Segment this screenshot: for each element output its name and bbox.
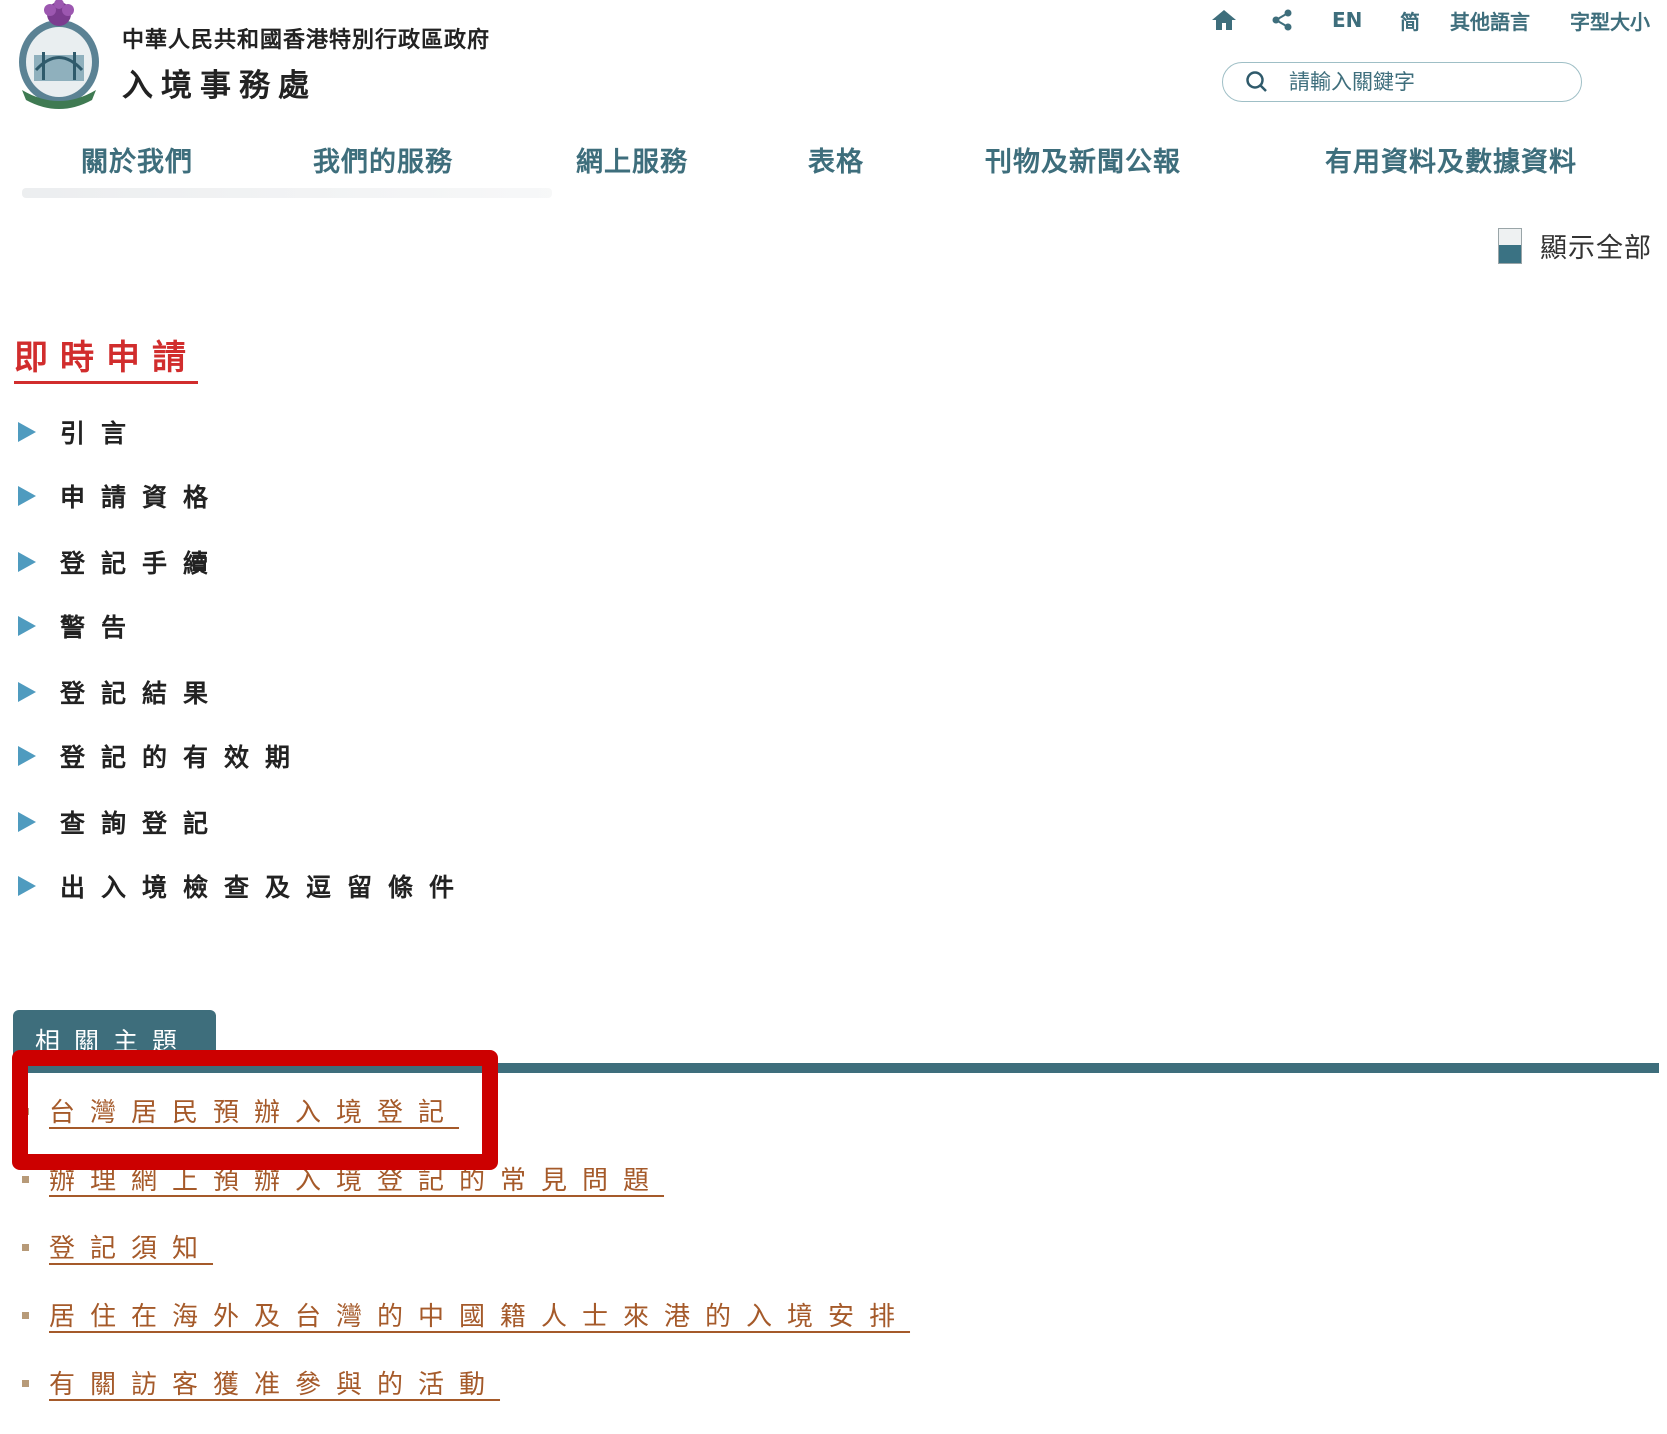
related-link-taiwan-pre-arrival-registration[interactable]: 台灣居民預辦入境登記 (49, 1092, 459, 1129)
accordion-label: 出入境檢查及逗留條件 (60, 873, 471, 902)
square-bullet-icon (22, 1244, 29, 1251)
search-input[interactable] (1287, 69, 1571, 95)
page-title: 即時申請 (14, 330, 198, 384)
accordion-item-registration-procedure[interactable]: 登記手續 (16, 544, 224, 580)
hkimmd-emblem-logo[interactable] (14, 0, 104, 112)
accordion-item-eligibility[interactable]: 申請資格 (16, 478, 224, 514)
english-link[interactable]: EN (1332, 8, 1362, 32)
utility-bar: EN 简 其他語言 字型大小 (1210, 4, 1657, 36)
related-link-overseas-chinese-entry-arrangements[interactable]: 居住在海外及台灣的中國籍人士來港的入境安排 (49, 1296, 910, 1333)
show-all-icon (1498, 227, 1522, 264)
triangle-right-icon (18, 682, 36, 702)
show-all-label: 顯示全部 (1540, 233, 1652, 264)
related-link-item: 登記須知 (22, 1228, 213, 1265)
home-icon[interactable] (1210, 6, 1238, 34)
related-link-online-registration-faq[interactable]: 辦理網上預辦入境登記的常見問題 (49, 1160, 664, 1197)
triangle-right-icon (18, 812, 36, 832)
square-bullet-icon (22, 1108, 29, 1115)
related-link-registration-notes[interactable]: 登記須知 (49, 1228, 213, 1265)
triangle-right-icon (18, 876, 36, 896)
nav-useful-info-statistics[interactable]: 有用資料及數據資料 (1325, 140, 1577, 179)
accordion-label: 查詢登記 (60, 809, 225, 838)
nav-our-services[interactable]: 我們的服務 (313, 140, 453, 179)
accordion-label: 登記的有效期 (60, 743, 307, 772)
government-title: 中華人民共和國香港特別行政區政府 (122, 28, 491, 53)
accordion-label: 引言 (60, 419, 143, 448)
square-bullet-icon (22, 1380, 29, 1387)
related-link-item: 辦理網上預辦入境登記的常見問題 (22, 1160, 664, 1197)
accordion-item-enquiry[interactable]: 查詢登記 (16, 804, 224, 840)
simplified-chinese-link[interactable]: 简 (1400, 6, 1420, 35)
other-languages-link[interactable]: 其他語言 (1450, 6, 1530, 35)
nav-publications-press[interactable]: 刊物及新聞公報 (985, 140, 1181, 179)
related-link-visitor-permitted-activities[interactable]: 有關訪客獲准參與的活動 (49, 1364, 500, 1401)
triangle-right-icon (18, 486, 36, 506)
accordion-item-immigration-clearance[interactable]: 出入境檢查及逗留條件 (16, 868, 470, 904)
accordion-label: 登記手續 (60, 549, 225, 578)
accordion-label: 申請資格 (60, 483, 225, 512)
accordion-item-validity[interactable]: 登記的有效期 (16, 738, 306, 774)
accordion-item-introduction[interactable]: 引言 (16, 414, 142, 450)
department-title[interactable]: 入境事務處 (122, 60, 317, 105)
show-all-toggle[interactable]: 顯示全部 (1498, 226, 1652, 265)
related-topics-divider (13, 1063, 1659, 1073)
share-icon[interactable] (1268, 6, 1296, 34)
triangle-right-icon (18, 616, 36, 636)
triangle-right-icon (18, 422, 36, 442)
accordion-item-registration-result[interactable]: 登記結果 (16, 674, 224, 710)
decorative-divider (22, 188, 552, 198)
accordion-label: 警告 (60, 613, 143, 642)
accordion-label: 登記結果 (60, 679, 225, 708)
main-nav: 關於我們 我們的服務 網上服務 表格 刊物及新聞公報 有用資料及數據資料 (0, 140, 1667, 184)
triangle-right-icon (18, 746, 36, 766)
related-link-item: 有關訪客獲准參與的活動 (22, 1364, 500, 1401)
nav-online-services[interactable]: 網上服務 (576, 140, 688, 179)
search-icon[interactable] (1243, 68, 1271, 96)
related-link-item: 台灣居民預辦入境登記 (22, 1092, 459, 1129)
nav-forms[interactable]: 表格 (808, 140, 864, 179)
triangle-right-icon (18, 552, 36, 572)
nav-about-us[interactable]: 關於我們 (81, 140, 193, 179)
square-bullet-icon (22, 1312, 29, 1319)
search-box (1222, 62, 1582, 102)
related-link-item: 居住在海外及台灣的中國籍人士來港的入境安排 (22, 1296, 910, 1333)
font-size-link[interactable]: 字型大小 (1570, 6, 1650, 35)
accordion-item-warning[interactable]: 警告 (16, 608, 142, 644)
related-topics-label: 相關主題 (35, 1027, 192, 1056)
square-bullet-icon (22, 1176, 29, 1183)
related-topics-tab: 相關主題 (13, 1010, 216, 1066)
